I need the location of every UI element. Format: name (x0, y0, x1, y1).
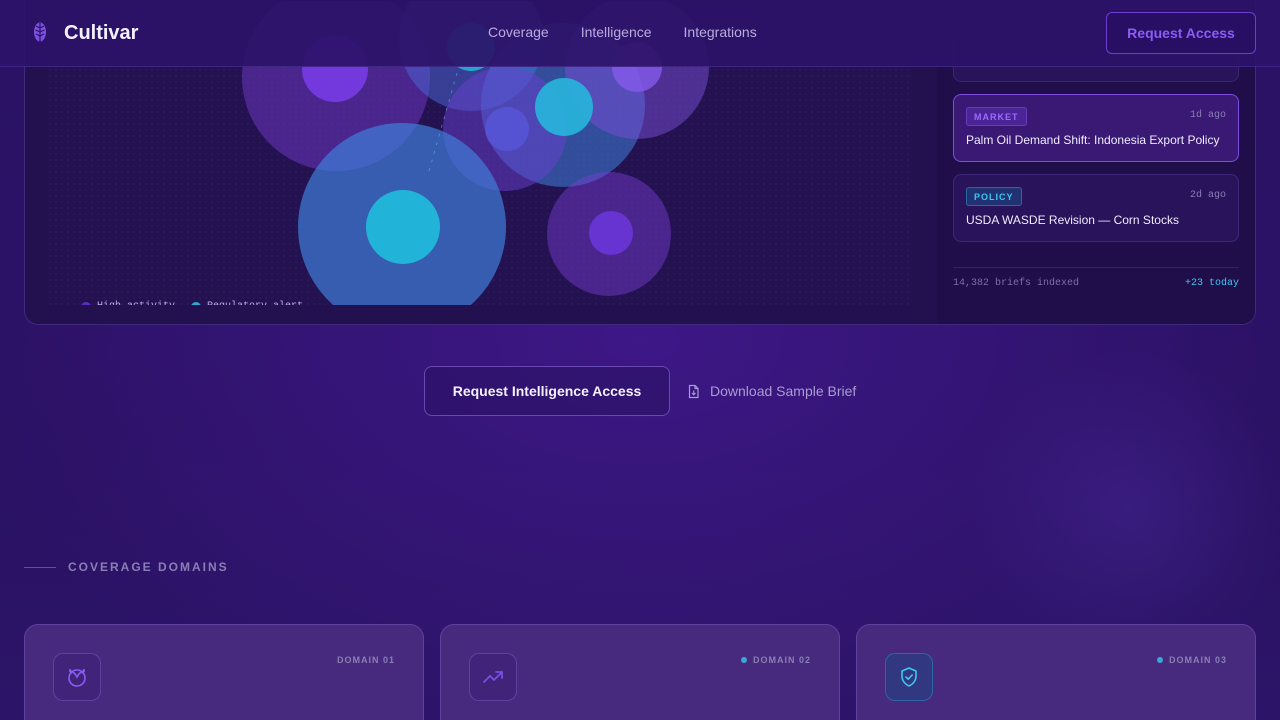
feed-footer: 14,382 briefs indexed +23 today (953, 267, 1239, 297)
brief-tag: POLICY (966, 187, 1022, 206)
legend-label: Regulatory alert (207, 301, 303, 305)
coverage-heading: COVERAGE DOMAINS (68, 560, 229, 574)
nav-coverage[interactable]: Coverage (488, 24, 549, 40)
brief-headline: USDA WASDE Revision — Corn Stocks (966, 213, 1179, 227)
domain-icon-box (469, 653, 517, 701)
request-intelligence-access-button[interactable]: Request Intelligence Access (424, 366, 670, 416)
domain-card-02[interactable]: DOMAIN 02 (440, 624, 840, 720)
download-sample-brief-label: Download Sample Brief (710, 383, 857, 399)
brief-card[interactable]: MARKET 1d ago Palm Oil Demand Shift: Ind… (953, 94, 1239, 162)
domain-icon-box (53, 653, 101, 701)
briefs-today-count: +23 today (1184, 278, 1239, 289)
domain-label: DOMAIN 01 (337, 655, 395, 665)
status-dot (1156, 657, 1163, 663)
domain-label-text: DOMAIN 02 (752, 655, 811, 665)
domain-card-01[interactable]: DOMAIN 01 (24, 624, 424, 720)
seed-icon (34, 22, 46, 43)
brand-logo[interactable]: Cultivar (28, 20, 138, 46)
coverage-section-label: COVERAGE DOMAINS (24, 560, 229, 574)
brief-card[interactable]: POLICY 2d ago USDA WASDE Revision — Corn… (953, 174, 1239, 242)
site-header: Cultivar Coverage Intelligence Integrati… (0, 0, 1280, 67)
legend-label: High activity (97, 301, 175, 305)
legend-item: Regulatory alert (191, 301, 303, 305)
sprout-icon (68, 668, 86, 687)
section-divider (24, 566, 56, 568)
main-nav: Coverage Intelligence Integrations (488, 24, 789, 40)
brief-tag: MARKET (966, 107, 1027, 126)
nav-integrations[interactable]: Integrations (684, 24, 757, 40)
shield-check-icon (901, 667, 917, 687)
domain-label: DOMAIN 02 (740, 655, 811, 665)
brand-name: Cultivar (64, 21, 139, 44)
map-legend: High activity Regulatory alert (81, 301, 319, 305)
legend-swatch (81, 301, 91, 305)
domain-card-03[interactable]: DOMAIN 03 (856, 624, 1256, 720)
brief-headline: Palm Oil Demand Shift: Indonesia Export … (966, 133, 1220, 147)
brief-time: 1d ago (1189, 110, 1226, 121)
request-access-button[interactable]: Request Access (1106, 12, 1256, 54)
status-dot (740, 657, 747, 663)
domain-label-text: DOMAIN 01 (336, 655, 395, 665)
domain-label: DOMAIN 03 (1156, 655, 1227, 665)
legend-swatch (191, 301, 202, 305)
nav-intelligence[interactable]: Intelligence (581, 24, 652, 40)
brief-time: 2d ago (1189, 190, 1226, 201)
file-download-icon (688, 384, 699, 398)
domain-icon-box (885, 653, 933, 701)
trend-up-icon (483, 671, 503, 683)
legend-item: High activity (81, 301, 175, 305)
download-sample-brief-link[interactable]: Download Sample Brief (686, 366, 856, 416)
briefs-indexed-count: 14,382 briefs indexed (953, 278, 1080, 289)
domain-label-text: DOMAIN 03 (1168, 655, 1227, 665)
